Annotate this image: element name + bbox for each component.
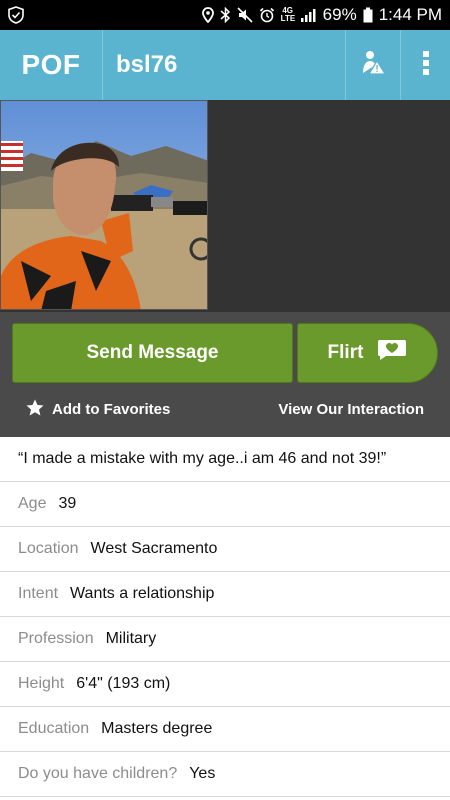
profile-actions: Send Message Flirt Add to Favorites View… [0, 312, 450, 437]
detail-value: Yes [189, 765, 216, 782]
detail-value: 6'4" (193 cm) [76, 675, 171, 692]
battery-icon [363, 0, 373, 30]
view-interaction-link[interactable]: View Our Interaction [278, 398, 424, 420]
detail-row-age: Age 39 [0, 482, 450, 527]
heart-chat-icon [377, 339, 407, 367]
detail-row-location: Location West Sacramento [0, 527, 450, 572]
detail-value: 39 [58, 495, 77, 512]
profile-photo[interactable] [0, 100, 208, 310]
view-interaction-label: View Our Interaction [278, 400, 424, 418]
detail-label: Height [18, 675, 65, 692]
detail-value: Masters degree [101, 720, 213, 737]
detail-row-profession: Profession Military [0, 617, 450, 662]
detail-label: Education [18, 720, 90, 737]
send-message-button[interactable]: Send Message [12, 323, 293, 383]
detail-label: Location [18, 540, 79, 557]
detail-value: Wants a relationship [70, 585, 215, 602]
report-user-button[interactable] [346, 30, 400, 100]
app-header: POF bsl76 [0, 30, 450, 100]
more-vert-icon [422, 50, 430, 81]
photo-gallery [0, 100, 450, 312]
shield-check-icon [8, 6, 24, 24]
star-icon [26, 399, 44, 420]
detail-label: Do you have children? [18, 765, 178, 782]
detail-row-height: Height 6'4" (193 cm) [0, 662, 450, 707]
profile-headline: “I made a mistake with my age..i am 46 a… [0, 437, 450, 482]
add-to-favorites-label: Add to Favorites [52, 400, 171, 418]
detail-label: Profession [18, 630, 94, 647]
network-type: 4G LTE [280, 6, 296, 23]
profile-details: “I made a mistake with my age..i am 46 a… [0, 437, 450, 797]
detail-row-education: Education Masters degree [0, 707, 450, 752]
detail-row-children: Do you have children? Yes [0, 752, 450, 797]
alarm-icon [259, 0, 275, 30]
overflow-menu-button[interactable] [401, 30, 450, 100]
send-message-label: Send Message [86, 342, 219, 363]
flirt-label: Flirt [327, 342, 364, 363]
lte-icon: 4G LTE [280, 0, 296, 30]
add-to-favorites-link[interactable]: Add to Favorites [26, 398, 170, 420]
signal-icon [300, 0, 317, 30]
report-user-icon [359, 49, 387, 82]
detail-value: Military [105, 630, 157, 647]
detail-label: Age [18, 495, 47, 512]
bluetooth-icon [220, 0, 231, 30]
pof-logo[interactable]: POF [0, 30, 102, 100]
battery-percent: 69% [322, 5, 357, 24]
header-divider [102, 30, 103, 100]
profile-username: bsl76 [116, 51, 178, 78]
clock: 1:44 PM [378, 5, 442, 24]
location-pin-icon [201, 0, 214, 30]
status-bar: 4G LTE 69% 1:44 PM [0, 0, 450, 30]
flirt-button[interactable]: Flirt [297, 323, 438, 383]
detail-label: Intent [18, 585, 59, 602]
detail-value: West Sacramento [90, 540, 218, 557]
detail-row-intent: Intent Wants a relationship [0, 572, 450, 617]
mute-icon [237, 0, 253, 30]
